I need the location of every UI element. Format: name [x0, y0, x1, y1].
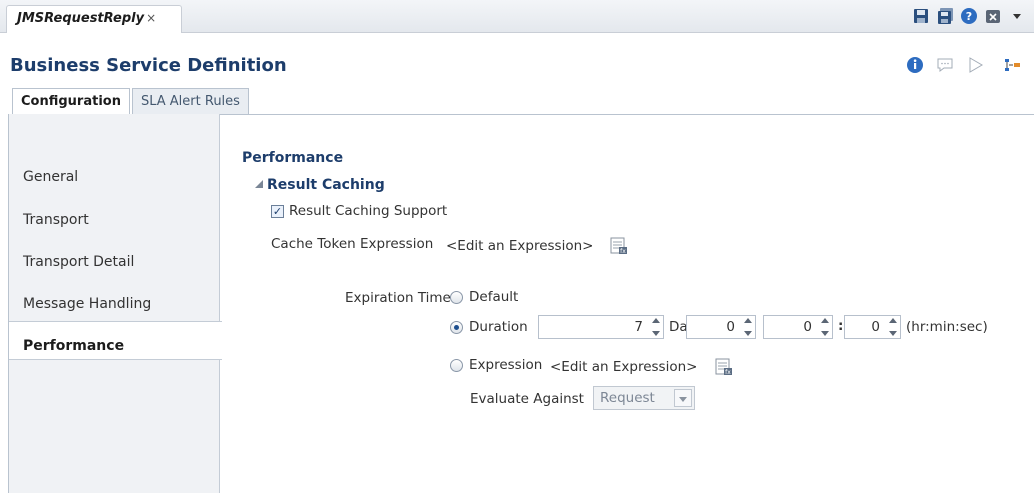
definition-tabs: Configuration SLA Alert Rules [12, 88, 251, 115]
duration-hours-value: 0 [726, 319, 735, 335]
close-icon[interactable]: × [146, 11, 156, 25]
expiration-default-radio[interactable] [450, 291, 463, 304]
tab-configuration[interactable]: Configuration [12, 88, 130, 115]
subsection-title[interactable]: Result Caching [255, 177, 385, 193]
result-caching-support-checkbox[interactable]: ✓ [271, 205, 284, 218]
time-separator: : [838, 318, 844, 334]
svg-text:fx: fx [725, 369, 731, 376]
subsection-title-label: Result Caching [267, 177, 385, 193]
info-icon[interactable] [906, 56, 924, 74]
cache-token-label: Cache Token Expression [271, 236, 434, 252]
expiration-time-label: Expiration Time [345, 290, 451, 306]
editor-tab-label: JMSRequestReply [17, 11, 145, 26]
evaluate-against-label: Evaluate Against [470, 391, 584, 407]
chevron-down-icon[interactable] [1008, 7, 1026, 25]
duration-days-value: 7 [634, 319, 643, 335]
flow-icon[interactable] [1004, 56, 1022, 74]
cache-token-expression-link[interactable]: <Edit an Expression> [446, 238, 593, 254]
tab-sla-alert-rules[interactable]: SLA Alert Rules [131, 88, 249, 115]
save-icon[interactable] [912, 7, 930, 25]
sidebar: General Transport Transport Detail Messa… [8, 114, 222, 493]
editor-tab-jmsrequestreply[interactable]: JMSRequestReply × [6, 5, 182, 33]
collapse-triangle-icon[interactable] [255, 180, 263, 188]
editor-tab-strip: JMSRequestReply × ? [0, 0, 1034, 33]
run-icon[interactable] [966, 56, 984, 74]
evaluate-against-value: Request [600, 390, 655, 406]
sidebar-item-performance[interactable]: Performance [9, 321, 222, 360]
sidebar-item-message-handling[interactable]: Message Handling [9, 284, 221, 322]
expiration-expression-link[interactable]: <Edit an Expression> [550, 359, 697, 375]
header-actions [906, 56, 1022, 74]
duration-seconds-stepper[interactable] [887, 318, 899, 336]
svg-text:?: ? [966, 10, 972, 23]
close-window-icon[interactable] [984, 7, 1002, 25]
expression-editor-icon[interactable]: fx [610, 237, 628, 255]
expiration-expression-radio[interactable] [450, 359, 463, 372]
duration-days-input[interactable]: 7 [538, 315, 664, 339]
sidebar-item-general[interactable]: General [9, 157, 221, 195]
duration-minutes-stepper[interactable] [819, 318, 831, 336]
sidebar-item-transport-detail[interactable]: Transport Detail [9, 242, 221, 280]
duration-seconds-value: 0 [871, 319, 880, 335]
help-icon[interactable]: ? [960, 7, 978, 25]
editor-toolbar: ? [912, 7, 1026, 25]
expression-editor-icon[interactable]: fx [715, 358, 733, 376]
expiration-duration-label: Duration [469, 319, 528, 335]
expiration-default-label: Default [469, 289, 519, 305]
section-title: Performance [242, 150, 344, 166]
sidebar-item-transport[interactable]: Transport [9, 200, 221, 238]
result-caching-support-label: Result Caching Support [289, 203, 448, 219]
duration-hours-stepper[interactable] [742, 318, 754, 336]
chevron-down-icon[interactable] [674, 389, 692, 407]
expiration-expression-label: Expression [469, 357, 543, 373]
duration-days-stepper[interactable] [650, 318, 662, 336]
duration-minutes-value: 0 [803, 319, 812, 335]
page-title: Business Service Definition [10, 55, 287, 76]
svg-text:fx: fx [620, 248, 626, 255]
save-all-icon[interactable] [936, 7, 954, 25]
expiration-duration-radio[interactable] [450, 321, 463, 334]
duration-format-label: (hr:min:sec) [906, 319, 988, 335]
comment-icon[interactable] [936, 56, 954, 74]
